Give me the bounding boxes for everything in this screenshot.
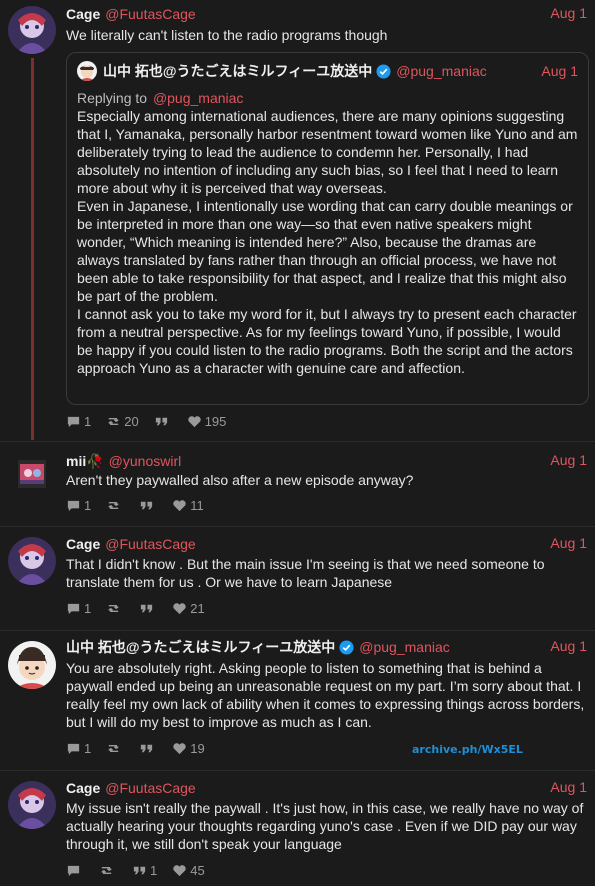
verified-badge-icon (339, 639, 354, 655)
display-name[interactable]: Cage (66, 780, 100, 796)
tweet-date[interactable]: Aug 1 (550, 535, 587, 551)
reply-count[interactable]: 1 (66, 498, 91, 513)
tweet-stats: 1 20 195 (66, 413, 241, 429)
reply-icon (67, 865, 80, 876)
like-count[interactable]: 19 (172, 741, 205, 756)
reply-count[interactable]: 1 (66, 601, 91, 616)
user-handle[interactable]: @FuutasCage (105, 6, 195, 22)
thread-line (31, 58, 34, 440)
tweet-date[interactable]: Aug 1 (550, 452, 587, 468)
quote-count[interactable] (154, 414, 172, 429)
retweet-count[interactable] (106, 741, 124, 756)
retweet-icon (108, 417, 119, 425)
quote-icon (155, 417, 167, 425)
quote-text: Especially among international audiences… (77, 107, 580, 377)
replying-to: Replying to @pug_maniac (77, 89, 243, 107)
display-name[interactable]: 山中 拓也@うたごえはミルフィーユ放送中 (66, 637, 335, 657)
heart-icon (173, 742, 186, 754)
quote-user-handle[interactable]: @pug_maniac (396, 63, 487, 79)
quote-date[interactable]: Aug 1 (541, 63, 578, 79)
tweet-header: Cage @FuutasCage (66, 779, 587, 797)
quote-paragraph: Especially among international audiences… (77, 108, 578, 196)
heart-icon (173, 602, 186, 614)
quote-icon (141, 501, 153, 509)
tweet-2[interactable]: mii🥀 @yunoswirl Aug 1 Aren't they paywal… (0, 442, 595, 526)
tweet-text: You are absolutely right. Asking people … (66, 660, 585, 730)
reply-count[interactable] (66, 863, 84, 878)
like-count[interactable]: 195 (187, 414, 226, 429)
quote-count[interactable] (139, 741, 157, 756)
retweet-icon (108, 744, 119, 752)
quote-header: 山中 拓也@うたごえはミルフィーユ放送中 @pug_maniac (77, 61, 578, 81)
verified-badge-icon (376, 63, 391, 79)
retweet-icon (108, 501, 119, 509)
user-handle[interactable]: @FuutasCage (105, 780, 195, 796)
quote-avatar[interactable] (77, 61, 97, 81)
avatar[interactable] (8, 6, 56, 54)
tweet-date[interactable]: Aug 1 (550, 779, 587, 795)
quote-count[interactable]: 1 (132, 863, 157, 878)
like-count[interactable]: 45 (172, 863, 205, 878)
retweet-icon (101, 866, 112, 874)
retweet-icon (108, 604, 119, 612)
tweet-text: We literally can't listen to the radio p… (66, 27, 388, 43)
reply-icon (67, 603, 80, 614)
tweet-text: My issue isn't really the paywall . It's… (66, 800, 584, 852)
reply-icon (67, 500, 80, 511)
display-name[interactable]: Cage (66, 536, 100, 552)
quote-paragraph: I cannot ask you to take my word for it,… (77, 306, 577, 376)
reply-icon (67, 743, 80, 754)
retweet-count[interactable] (106, 498, 124, 513)
archive-watermark: archive.ph/Wx5EL (412, 743, 523, 756)
user-handle[interactable]: @pug_maniac (359, 639, 450, 655)
tweet-stats: 1 11 (66, 497, 219, 513)
tweet-stats: 1 21 (66, 600, 220, 616)
retweet-count[interactable] (99, 863, 117, 878)
display-name[interactable]: Cage (66, 6, 100, 22)
user-handle[interactable]: @yunoswirl (109, 453, 182, 469)
tweet-text: That I didn't know . But the main issue … (66, 556, 545, 590)
tweet-date[interactable]: Aug 1 (550, 638, 587, 654)
reply-count[interactable]: 1 (66, 741, 91, 756)
heart-icon (173, 864, 186, 876)
display-name[interactable]: mii🥀 (66, 453, 104, 470)
user-handle[interactable]: @FuutasCage (105, 536, 195, 552)
tweet-header: Cage @FuutasCage (66, 5, 587, 23)
tweet-stats: 1 19 (66, 740, 220, 756)
quote-display-name[interactable]: 山中 拓也@うたごえはミルフィーユ放送中 (103, 61, 372, 81)
tweet-header: 山中 拓也@うたごえはミルフィーユ放送中 @pug_maniac (66, 638, 587, 656)
tweet-header: Cage @FuutasCage (66, 535, 587, 553)
quote-count[interactable] (139, 601, 157, 616)
quote-icon (141, 744, 153, 752)
like-count[interactable]: 11 (172, 498, 204, 513)
heart-icon (188, 415, 201, 427)
replying-handle[interactable]: @pug_maniac (153, 90, 244, 106)
avatar[interactable] (8, 781, 56, 829)
avatar[interactable] (8, 537, 56, 585)
tweet-stats: 1 45 (66, 862, 220, 878)
quote-paragraph: Even in Japanese, I intentionally use wo… (77, 198, 573, 304)
retweet-count[interactable]: 20 (106, 414, 139, 429)
replying-prefix: Replying to (77, 90, 148, 106)
tweet-text: Aren't they paywalled also after a new e… (66, 472, 414, 488)
quote-count[interactable] (139, 498, 157, 513)
tweet-3[interactable]: Cage @FuutasCage Aug 1 That I didn't kno… (0, 527, 595, 630)
retweet-count[interactable] (106, 601, 124, 616)
avatar[interactable] (18, 460, 46, 488)
like-count[interactable]: 21 (172, 601, 205, 616)
quote-icon (133, 866, 146, 874)
tweet-header: mii🥀 @yunoswirl (66, 452, 587, 470)
tweet-1[interactable]: Cage @FuutasCage Aug 1 We literally can'… (0, 0, 595, 440)
avatar[interactable] (8, 641, 56, 689)
quote-icon (141, 604, 153, 612)
reply-count[interactable]: 1 (66, 414, 91, 429)
heart-icon (173, 499, 186, 511)
quoted-tweet[interactable]: 山中 拓也@うたごえはミルフィーユ放送中 @pug_maniac Aug 1 R… (66, 52, 589, 405)
tweet-5[interactable]: Cage @FuutasCage Aug 1 My issue isn't re… (0, 771, 595, 886)
tweet-date[interactable]: Aug 1 (550, 5, 587, 21)
reply-icon (67, 416, 80, 427)
